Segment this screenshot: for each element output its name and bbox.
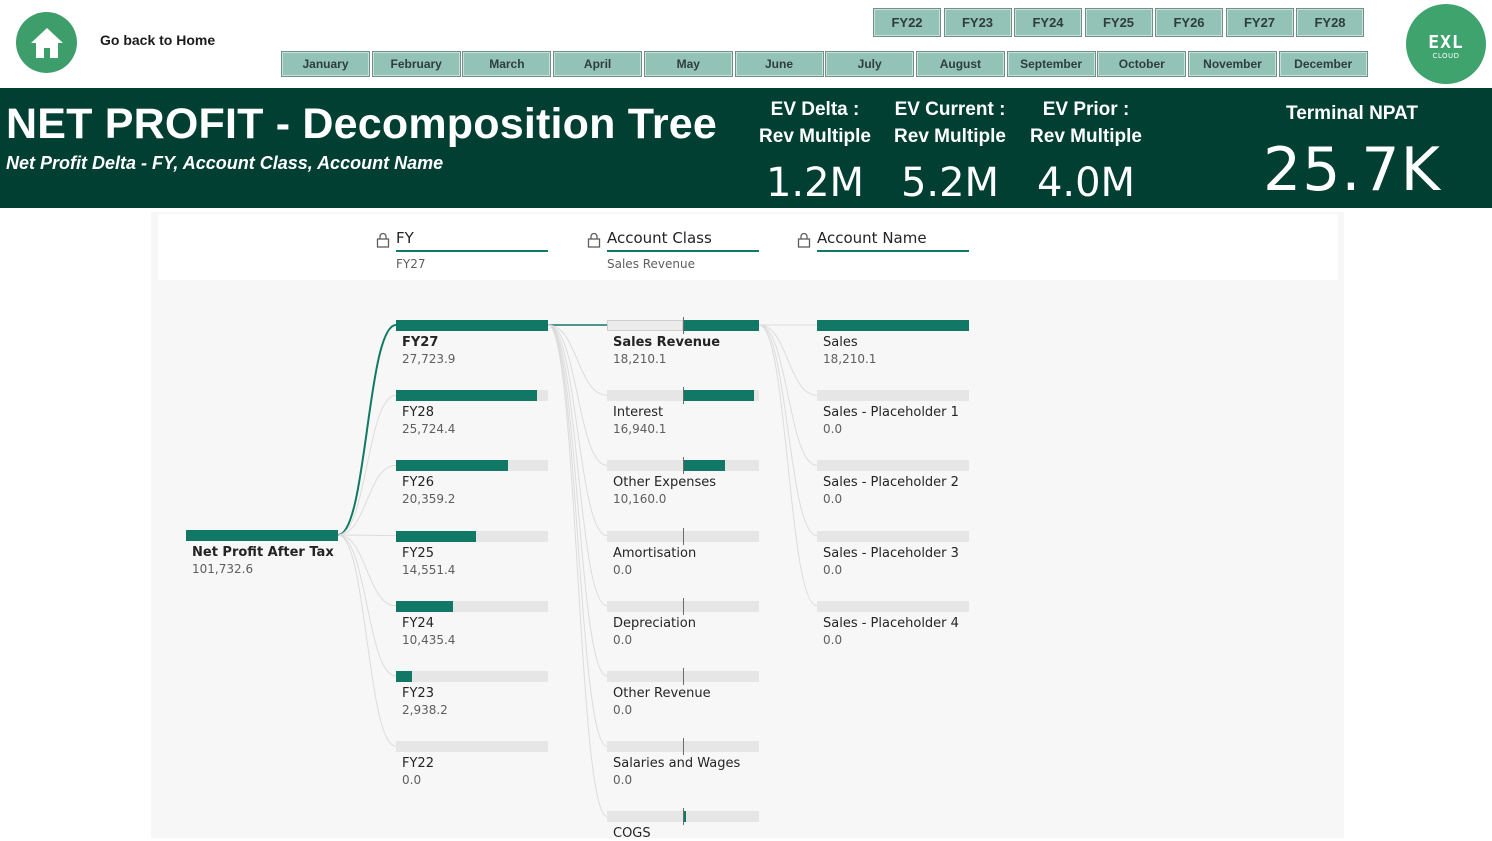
node-value: 0.0 xyxy=(613,632,633,647)
bar-track xyxy=(817,390,969,402)
connector-line xyxy=(547,324,608,747)
node-label: FY28 xyxy=(402,405,434,421)
node-label: Depreciation xyxy=(613,615,696,631)
bar-fill xyxy=(817,320,969,331)
node-value: 0.0 xyxy=(613,562,633,577)
node-label: Other Expenses xyxy=(613,475,716,491)
node-value: 10,160.0 xyxy=(613,492,667,507)
bar-fill xyxy=(683,460,726,472)
connector-line xyxy=(758,324,818,537)
node-value: 16,940.1 xyxy=(613,422,667,437)
node-label: FY24 xyxy=(402,615,434,631)
node-value: 0.0 xyxy=(613,703,633,717)
bar-axis xyxy=(683,457,684,475)
connector-line xyxy=(337,534,397,607)
connector-line xyxy=(547,324,608,466)
node-value: 14,551.4 xyxy=(402,562,456,577)
bar-track xyxy=(396,741,548,753)
bar-track xyxy=(817,530,969,542)
node-value: 0.0 xyxy=(823,422,843,437)
bar-axis xyxy=(683,317,684,334)
node-value: 2,938.2 xyxy=(402,703,448,717)
bar-axis xyxy=(683,387,684,405)
node-label: Sales - Placeholder 4 xyxy=(823,615,959,631)
connector-line xyxy=(758,324,818,607)
node-value: 0.0 xyxy=(823,632,843,647)
node-label: COGS xyxy=(613,826,651,841)
bar-track xyxy=(817,460,969,472)
connector-line xyxy=(337,534,397,747)
node-label: FY25 xyxy=(402,545,434,561)
node-label: FY22 xyxy=(402,756,434,772)
bar-fill xyxy=(396,460,508,472)
node-label: Sales Revenue xyxy=(613,335,721,350)
bar-fill xyxy=(396,600,454,612)
node-label: Sales - Placeholder 1 xyxy=(823,405,959,421)
node-value: 101,732.6 xyxy=(192,562,254,576)
node-value: 0.0 xyxy=(823,492,843,507)
node-label: Salaries and Wages xyxy=(613,756,741,772)
tree-connectors xyxy=(337,324,818,817)
node-value: 20,359.2 xyxy=(402,492,456,507)
connector-line xyxy=(337,394,397,536)
bar-fill xyxy=(396,671,413,682)
node-value: 0.0 xyxy=(823,562,843,577)
node-label: Net Profit After Tax xyxy=(192,545,334,560)
connector-line xyxy=(758,324,818,466)
bar-fill xyxy=(186,530,338,541)
bar-negative xyxy=(607,320,683,331)
bar-fill xyxy=(683,390,754,402)
node-value: 0.0 xyxy=(613,773,633,788)
bar-fill xyxy=(396,320,548,331)
connector-line xyxy=(337,324,397,536)
connector-line xyxy=(337,534,397,537)
bar-axis xyxy=(683,668,684,685)
node-value: 10,435.4 xyxy=(402,632,456,647)
node-value: 18,210.1 xyxy=(613,352,667,366)
node-label: FY27 xyxy=(402,335,439,350)
connector-line xyxy=(547,324,608,677)
node-label: Sales xyxy=(823,335,858,350)
bar-fill xyxy=(683,320,759,331)
bar-axis xyxy=(683,597,684,615)
bar-track xyxy=(817,600,969,612)
node-label: Sales - Placeholder 2 xyxy=(823,475,959,491)
bar-fill xyxy=(396,530,476,542)
bar-track xyxy=(396,671,548,682)
node-label: Amortisation xyxy=(613,545,697,561)
bar-fill xyxy=(396,390,538,402)
bar-axis xyxy=(683,527,684,545)
node-label: Other Revenue xyxy=(613,686,711,701)
bar-axis xyxy=(683,808,684,826)
connector-line xyxy=(337,464,397,536)
node-label: Interest xyxy=(613,405,664,421)
bar-axis xyxy=(683,738,684,756)
node-value: 18,210.1 xyxy=(823,352,877,366)
connector-line xyxy=(337,534,397,677)
node-value: 27,723.9 xyxy=(402,352,456,366)
node-value: 0.0 xyxy=(402,773,422,788)
node-label: FY23 xyxy=(402,686,434,701)
connector-line xyxy=(547,324,608,817)
node-label: Sales - Placeholder 3 xyxy=(823,545,959,561)
node-value: 25,724.4 xyxy=(402,422,456,437)
node-label: FY26 xyxy=(402,475,434,491)
